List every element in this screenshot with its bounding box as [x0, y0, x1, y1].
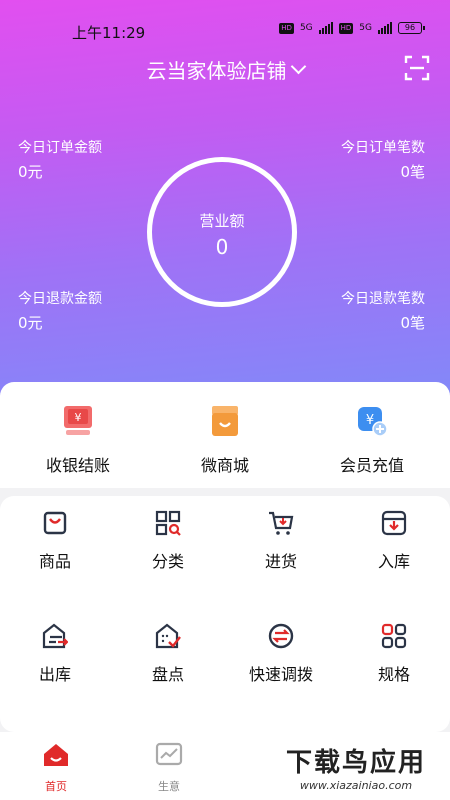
- transfer-icon: [268, 623, 294, 649]
- function-grid-card: 商品 分类 进货 入库 出库 盘点 快速调拨 规格: [0, 496, 450, 732]
- quick-action-mall[interactable]: 微商城: [170, 404, 280, 476]
- member-recharge-icon: ¥: [358, 407, 388, 437]
- network-label-2: 5G: [359, 23, 372, 33]
- quick-action-label: 会员充值: [339, 456, 404, 475]
- grid-item-goods[interactable]: 商品: [5, 510, 105, 572]
- scan-icon[interactable]: [404, 55, 430, 81]
- tab-label: 生意: [158, 780, 180, 793]
- signal-icon-2: [378, 22, 392, 34]
- outbound-icon: [42, 623, 69, 649]
- shop-icon: [212, 406, 238, 436]
- grid-item-label: 快速调拨: [248, 665, 313, 684]
- cart-icon: [269, 511, 294, 535]
- stat-today-refund-amount: 今日退款金额 0元: [18, 288, 102, 333]
- grid-item-purchase[interactable]: 进货: [231, 510, 331, 572]
- quick-action-label: 微商城: [200, 456, 249, 475]
- tab-business[interactable]: 生意: [129, 742, 209, 794]
- inventory-check-icon: [155, 623, 181, 649]
- watermark: 下载鸟应用 www.xiazainiao.com: [268, 738, 444, 796]
- grid-item-stock-in[interactable]: 入库: [344, 510, 444, 572]
- status-bar: 上午11:29 HD 5G HD 5G 96: [0, 0, 450, 42]
- status-indicators: HD 5G HD 5G 96: [279, 22, 425, 34]
- grid-item-label: 规格: [377, 665, 410, 684]
- shop-name: 云当家体验店铺: [146, 59, 287, 83]
- stat-today-refund-count: 今日退款笔数 0笔: [341, 288, 425, 333]
- grid-item-spec[interactable]: 规格: [344, 623, 444, 685]
- stat-today-order-count: 今日订单笔数 0笔: [341, 137, 425, 182]
- spec-icon: [381, 623, 407, 649]
- network-label-1: 5G: [299, 23, 313, 33]
- grid-item-label: 进货: [264, 552, 297, 571]
- quick-actions-card: ¥ 收银结账 微商城 ¥ 会员充值: [0, 382, 450, 488]
- battery-icon: 96: [398, 22, 425, 34]
- watermark-url: www.xiazainiao.com: [299, 779, 413, 792]
- grid-item-label: 出库: [38, 665, 71, 684]
- grid-item-stocktake[interactable]: 盘点: [118, 623, 218, 685]
- grid-item-category[interactable]: 分类: [118, 510, 218, 572]
- revenue-ring: 营业额 0: [147, 157, 297, 307]
- grid-item-label: 分类: [151, 552, 184, 571]
- inbox-icon: [381, 510, 407, 536]
- grid-item-label: 商品: [38, 552, 71, 571]
- tab-home[interactable]: 首页: [16, 742, 96, 794]
- quick-action-label: 收银结账: [45, 456, 110, 475]
- stat-today-order-amount: 今日订单金额 0元: [18, 137, 102, 182]
- stat-value: 0元: [18, 314, 43, 332]
- bag-icon: [43, 511, 67, 535]
- grid-item-quick-transfer[interactable]: 快速调拨: [231, 623, 331, 685]
- business-chart-icon: [155, 742, 183, 766]
- grid-item-label: 入库: [377, 552, 410, 571]
- chevron-down-icon: [290, 58, 306, 75]
- stat-label: 今日退款金额: [18, 291, 102, 307]
- quick-action-member-recharge[interactable]: ¥ 会员充值: [317, 404, 427, 476]
- home-icon: [44, 744, 68, 766]
- quick-action-cashier[interactable]: ¥ 收银结账: [23, 404, 133, 476]
- stat-value: 0笔: [400, 163, 425, 181]
- status-time: 上午11:29: [72, 24, 146, 42]
- stat-label: 今日订单笔数: [341, 140, 425, 156]
- stat-label: 今日订单金额: [18, 140, 102, 156]
- stat-value: 0笔: [400, 314, 425, 332]
- shop-selector[interactable]: 云当家体验店铺: [0, 55, 450, 84]
- stat-label: 今日退款笔数: [341, 291, 425, 307]
- revenue-label: 营业额: [199, 212, 245, 230]
- signal-icon: [318, 22, 333, 34]
- stat-value: 0元: [18, 163, 43, 181]
- category-icon: [155, 510, 181, 536]
- grid-item-label: 盘点: [151, 665, 184, 684]
- svg-text:¥: ¥: [366, 413, 374, 428]
- hd-badge: HD: [279, 22, 294, 34]
- grid-item-stock-out[interactable]: 出库: [5, 623, 105, 685]
- tab-label: 首页: [45, 780, 67, 793]
- revenue-value: 0: [215, 235, 229, 259]
- cash-register-icon: ¥: [64, 406, 92, 435]
- hd-badge-2: HD: [338, 22, 354, 34]
- svg-text:¥: ¥: [75, 411, 82, 424]
- watermark-title: 下载鸟应用: [285, 748, 426, 778]
